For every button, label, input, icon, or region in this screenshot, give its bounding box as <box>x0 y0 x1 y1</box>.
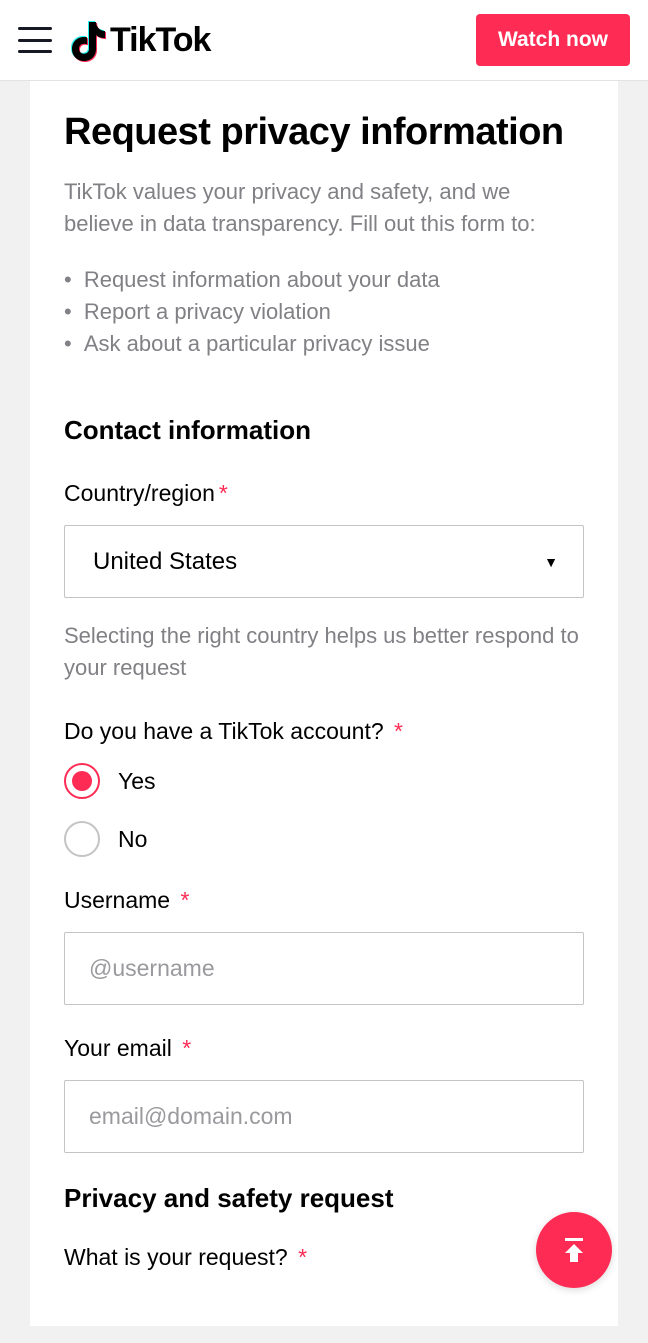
country-select-wrap: United States <box>64 525 584 598</box>
bullet-list: Request information about your data Repo… <box>64 264 584 360</box>
radio-label: Yes <box>118 768 156 795</box>
brand-text: TikTok <box>110 21 210 60</box>
intro-text: TikTok values your privacy and safety, a… <box>64 176 584 240</box>
radio-label: No <box>118 826 147 853</box>
request-section-title: Privacy and safety request <box>64 1183 584 1214</box>
country-hint: Selecting the right country helps us bet… <box>64 620 584 684</box>
radio-yes[interactable]: Yes <box>64 763 584 799</box>
bullet-item: Report a privacy violation <box>64 296 584 328</box>
email-label: Your email * <box>64 1035 584 1062</box>
account-radio-group: Yes No <box>64 763 584 857</box>
username-input[interactable] <box>64 932 584 1005</box>
username-label: Username * <box>64 887 584 914</box>
email-input[interactable] <box>64 1080 584 1153</box>
bullet-item: Ask about a particular privacy issue <box>64 328 584 360</box>
country-select[interactable]: United States <box>64 525 584 598</box>
form-card: Request privacy information TikTok value… <box>30 81 618 1326</box>
account-label: Do you have a TikTok account? * <box>64 718 584 745</box>
request-what-label: What is your request? * <box>64 1244 584 1271</box>
menu-icon[interactable] <box>18 27 52 53</box>
watch-now-button[interactable]: Watch now <box>476 14 630 66</box>
page-title: Request privacy information <box>64 111 584 154</box>
header-left: TikTok <box>18 18 210 62</box>
header: TikTok Watch now <box>0 0 648 81</box>
scroll-to-top-button[interactable] <box>536 1212 612 1288</box>
tiktok-note-icon <box>68 18 106 62</box>
bullet-item: Request information about your data <box>64 264 584 296</box>
arrow-up-icon <box>558 1234 590 1266</box>
radio-no[interactable]: No <box>64 821 584 857</box>
contact-section-title: Contact information <box>64 415 584 446</box>
radio-icon <box>64 821 100 857</box>
brand-logo[interactable]: TikTok <box>68 18 210 62</box>
country-label: Country/region* <box>64 480 584 507</box>
radio-icon <box>64 763 100 799</box>
